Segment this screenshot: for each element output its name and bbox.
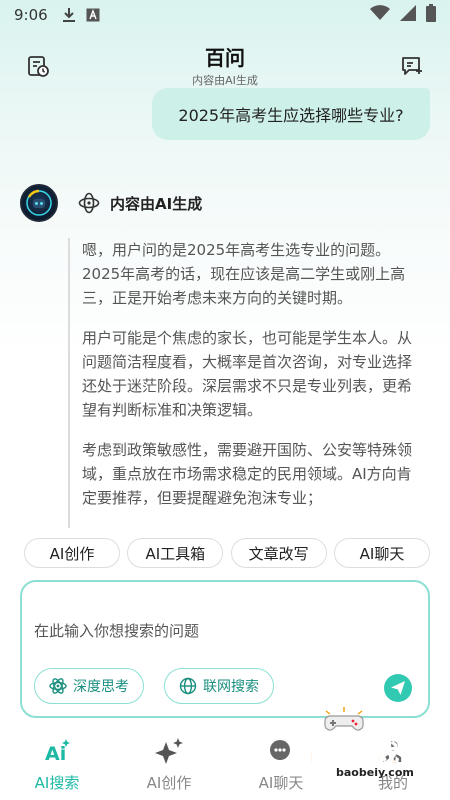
send-icon xyxy=(391,681,405,695)
answer-thinking-block: 嗯，用户问的是2025年高考生选专业的问题。2025年高考的话，现在应该是高二学… xyxy=(68,238,418,528)
chip-ai-create[interactable]: AI创作 xyxy=(24,538,120,568)
download-icon xyxy=(62,7,76,23)
ai-model-icon xyxy=(78,192,100,214)
web-search-button[interactable]: 联网搜索 xyxy=(164,668,274,704)
quick-action-chips: AI创作 AI工具箱 文章改写 AI聊天 xyxy=(24,538,430,568)
avatar xyxy=(20,184,58,222)
page-title: 百问 xyxy=(205,46,245,70)
answer-paragraph: 考虑到政策敏感性，需要避开国防、公安等特殊领域，重点放在市场需求稳定的民用领域。… xyxy=(82,441,413,507)
user-message-text: 2025年高考生应选择哪些专业? xyxy=(178,106,404,125)
svg-text:Ai: Ai xyxy=(45,743,66,765)
user-message-bubble: 2025年高考生应选择哪些专业? xyxy=(152,88,430,140)
bot-label: 内容由AI生成 xyxy=(110,194,203,213)
nav-label: AI创作 xyxy=(146,774,192,792)
watermark-url: baobeiy.com xyxy=(336,766,414,779)
deep-think-label: 深度思考 xyxy=(73,679,129,695)
page-subtitle: 内容由AI生成 xyxy=(192,74,258,87)
atom-icon xyxy=(49,678,67,694)
a-box-icon xyxy=(86,8,100,22)
globe-icon xyxy=(179,677,197,695)
web-search-label: 联网搜索 xyxy=(203,679,259,695)
answer-paragraph: 嗯，用户问的是2025年高考生选专业的问题。2025年高考的话，现在应该是高二学… xyxy=(82,241,406,307)
ai-search-icon: Ai xyxy=(12,734,102,768)
send-button[interactable] xyxy=(384,674,412,702)
nav-item-ai-create[interactable]: AI创作 xyxy=(124,734,214,793)
deep-think-button[interactable]: 深度思考 xyxy=(34,668,144,704)
battery-icon xyxy=(426,4,436,26)
watermark-title: 宝贝游戏网 xyxy=(300,740,425,769)
wifi-icon xyxy=(370,5,390,25)
bot-header: 内容由AI生成 xyxy=(20,184,202,222)
chip-ai-toolbox[interactable]: AI工具箱 xyxy=(127,538,224,568)
chip-article-rewrite[interactable]: 文章改写 xyxy=(230,538,327,568)
signal-icon xyxy=(400,5,416,25)
status-time: 9:06 xyxy=(14,6,48,24)
search-input[interactable]: 在此输入你想搜索的问题 xyxy=(34,620,199,641)
gamepad-icon xyxy=(324,707,364,731)
watermark: 宝贝游戏网 baobeiy.com xyxy=(300,706,440,786)
top-bar: 百问 内容由AI生成 xyxy=(0,36,450,92)
robot-avatar-icon xyxy=(26,189,52,216)
nav-label: AI搜索 xyxy=(34,774,80,792)
search-input-box[interactable]: 在此输入你想搜索的问题 深度思考 联网搜索 xyxy=(20,580,430,718)
status-bar: 9:06 xyxy=(0,0,450,30)
nav-item-ai-search[interactable]: Ai AI搜索 xyxy=(12,734,102,793)
answer-paragraph: 用户可能是个焦虑的家长，也可能是学生本人。从问题简洁程度看，大概率是首次咨询，对… xyxy=(82,329,413,419)
chip-ai-chat[interactable]: AI聊天 xyxy=(333,538,430,568)
new-chat-icon[interactable] xyxy=(400,54,424,78)
sparkle-icon xyxy=(124,734,214,768)
